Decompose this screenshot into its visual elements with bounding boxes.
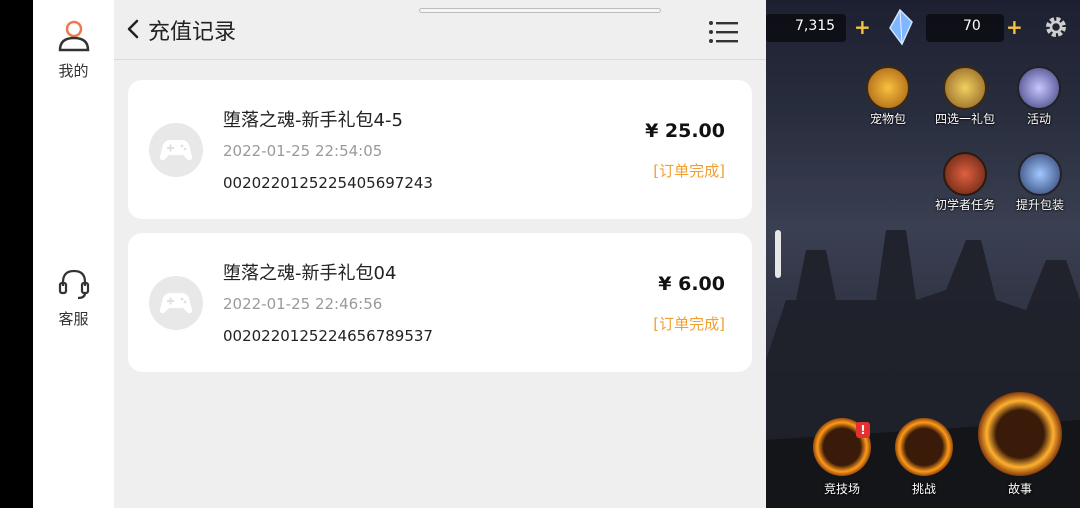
page-title: 充值记录	[148, 20, 237, 45]
sidebar-item-label: 客服	[58, 310, 89, 328]
gamepad-icon	[149, 276, 203, 330]
record-price: ¥ 6.00	[658, 273, 725, 295]
gold-amount: 7,315	[795, 18, 836, 34]
record-date: 2022-01-25 22:46:56	[223, 295, 383, 313]
button-label: 初学者任务	[934, 198, 995, 212]
record-status: [订单完成]	[653, 315, 725, 333]
record-order-number: 002022012522465678953​7	[223, 327, 433, 345]
resource-bar: 7,315 + 70 +	[766, 8, 1080, 46]
list-menu-icon[interactable]	[708, 18, 740, 46]
choose-one-pack-button[interactable]: 四选一礼包	[930, 66, 1000, 127]
sidebar: 我的 客服	[33, 0, 114, 508]
arena-button[interactable]: ! 竞技场	[810, 418, 874, 497]
gear-up-icon	[1018, 152, 1062, 196]
wolf-icon	[866, 66, 910, 110]
back-arrow-icon[interactable]	[124, 16, 142, 42]
beginner-tasks-button[interactable]: 初学者任务	[932, 152, 998, 213]
crystal-amount: 70	[963, 18, 981, 34]
drag-handle[interactable]	[419, 8, 661, 13]
sidebar-item-label: 我的	[58, 62, 89, 80]
scroll-handle[interactable]	[775, 230, 781, 278]
record-order-number: 002022012522540569724​3	[223, 174, 433, 192]
challenge-button[interactable]: 挑战	[892, 418, 956, 497]
button-label: 活动	[1026, 112, 1051, 126]
chest-icon	[943, 66, 987, 110]
add-gold-icon[interactable]: +	[854, 17, 871, 37]
screen-bezel	[0, 0, 33, 508]
record-card[interactable]: 堕落之魂-新手礼包04 2022-01-25 22:46:56 00202201…	[128, 233, 752, 372]
sidebar-item-mine[interactable]: 我的	[33, 16, 114, 81]
crystal-icon	[889, 8, 913, 46]
button-label: 故事	[1007, 482, 1032, 496]
gamepad-icon	[149, 123, 203, 177]
pet-pack-button[interactable]: 宠物包	[858, 66, 918, 127]
events-button[interactable]: 活动	[1011, 66, 1067, 127]
game-view: 7,315 + 70 + 宠物包 四选一礼包 活动 初学者任务 提升包装 ! 竞…	[766, 0, 1080, 508]
crossed-swords-icon	[978, 392, 1062, 476]
record-status: [订单完成]	[653, 162, 725, 180]
record-name: 堕落之魂-新手礼包04	[223, 263, 397, 284]
sidebar-item-service[interactable]: 客服	[33, 264, 114, 329]
button-label: 宠物包	[869, 112, 906, 126]
user-icon	[58, 20, 89, 52]
button-label: 四选一礼包	[934, 112, 995, 126]
hourglass-icon	[1017, 66, 1061, 110]
record-name: 堕落之魂-新手礼包4-5	[223, 110, 403, 131]
add-crystal-icon[interactable]: +	[1006, 17, 1023, 37]
record-card[interactable]: 堕落之魂-新手礼包4-5 2022-01-25 22:54:05 0020220…	[128, 80, 752, 219]
upgrade-pack-button[interactable]: 提升包装	[1010, 152, 1070, 213]
record-price: ¥ 25.00	[645, 120, 725, 142]
record-date: 2022-01-25 22:54:05	[223, 142, 383, 160]
settings-gear-icon[interactable]	[1043, 14, 1069, 40]
sword-book-icon	[943, 152, 987, 196]
alert-badge-icon: !	[856, 422, 870, 438]
button-label: 提升包装	[1015, 198, 1064, 212]
button-label: 竞技场	[823, 482, 860, 496]
headset-icon	[58, 269, 89, 300]
skull-icon	[895, 418, 953, 476]
recharge-panel: 充值记录 堕落之魂-新手礼包4-5 2022-01-25 22:54:05 00…	[114, 0, 766, 508]
button-label: 挑战	[911, 482, 936, 496]
story-button[interactable]: 故事	[974, 392, 1066, 497]
